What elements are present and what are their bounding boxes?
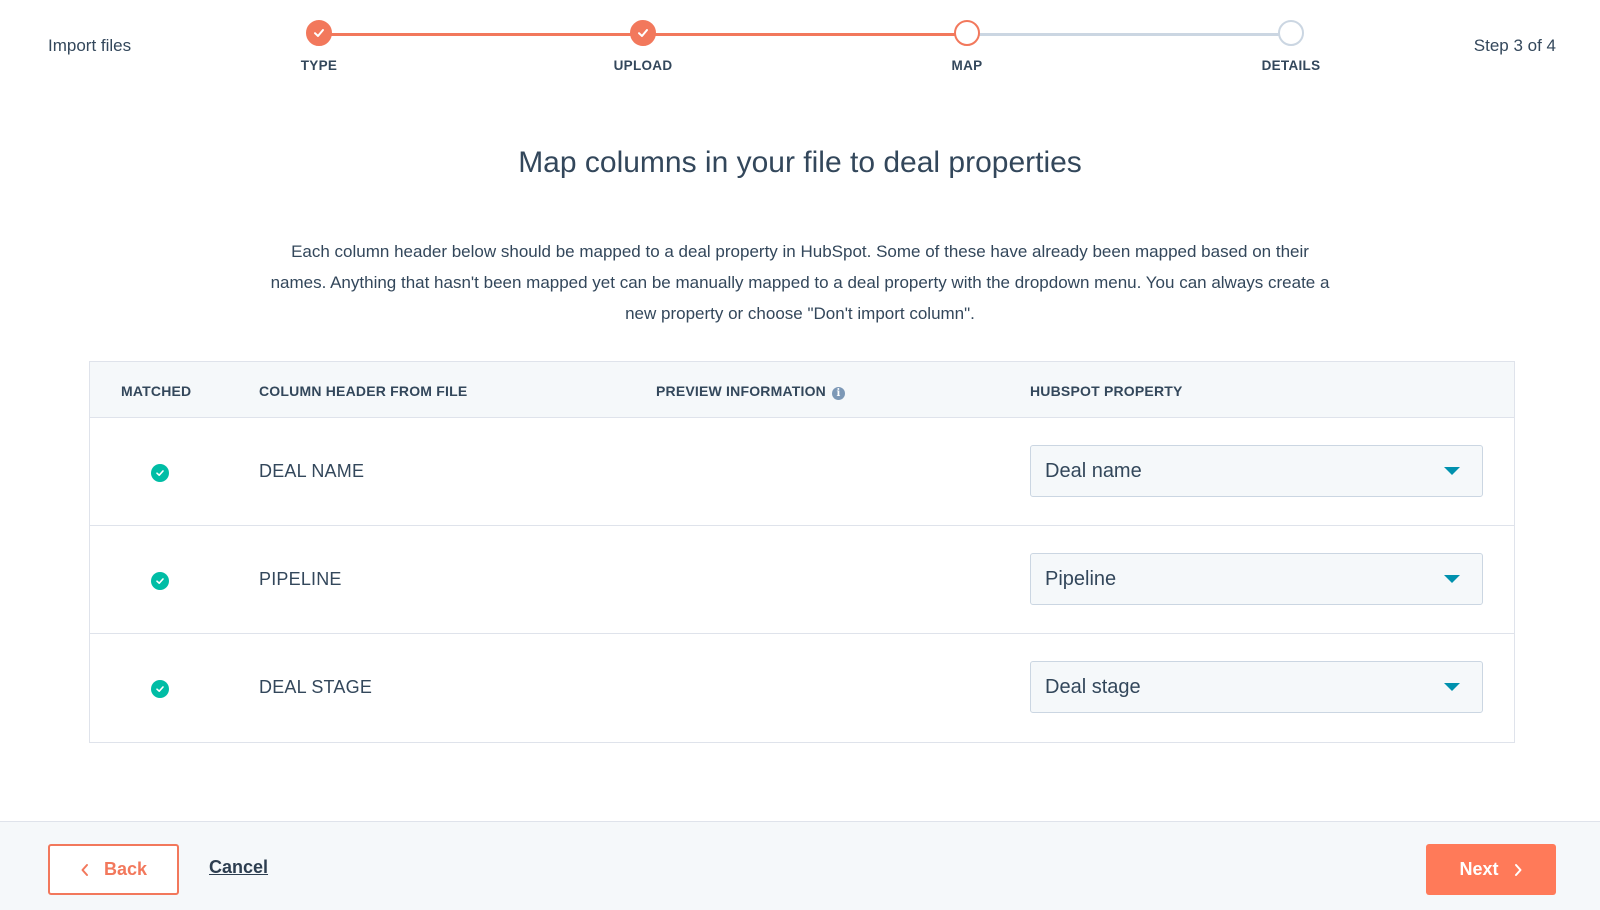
property-select[interactable]: Deal name	[1030, 445, 1483, 497]
table-row: DEAL STAGE Deal stage	[90, 634, 1514, 742]
property-select[interactable]: Deal stage	[1030, 661, 1483, 713]
info-icon[interactable]: i	[831, 387, 845, 400]
preview-blurred	[656, 438, 876, 460]
table-header: MATCHED COLUMN HEADER FROM FILE PREVIEW …	[90, 362, 1514, 418]
property-select-value: Deal stage	[1045, 676, 1141, 698]
import-files-title: Import files	[48, 36, 132, 55]
step-details: DETAILS	[1221, 20, 1361, 73]
step-counter: Step 3 of 4	[1473, 36, 1556, 55]
step-label: DETAILS	[1261, 58, 1321, 73]
next-button-label: Next	[1459, 859, 1499, 879]
checkmark-icon	[306, 20, 332, 46]
checkmark-icon	[630, 20, 656, 46]
mapping-table: MATCHED COLUMN HEADER FROM FILE PREVIEW …	[89, 361, 1515, 743]
header-column-from-file: COLUMN HEADER FROM FILE	[259, 383, 468, 399]
import-header: Import files TYPE UPLOAD MAP DETAILS Ste…	[0, 0, 1600, 100]
header-preview-label: PREVIEW INFORMATION	[656, 383, 826, 399]
step-pending-indicator	[1278, 20, 1304, 46]
step-upload: UPLOAD	[573, 20, 713, 73]
property-select[interactable]: Pipeline	[1030, 553, 1483, 605]
back-button[interactable]: Back	[48, 844, 179, 895]
chevron-left-icon	[81, 863, 88, 876]
column-header-name: DEAL STAGE	[259, 677, 373, 697]
next-button[interactable]: Next	[1426, 844, 1556, 895]
caret-down-icon	[1444, 683, 1460, 691]
step-label: MAP	[951, 58, 983, 73]
table-row: DEAL NAME Deal name	[90, 418, 1514, 526]
caret-down-icon	[1444, 575, 1460, 583]
back-button-label: Back	[103, 859, 148, 879]
header-matched: MATCHED	[121, 383, 192, 399]
step-current-indicator	[954, 20, 980, 46]
header-hubspot-property: HUBSPOT PROPERTY	[1030, 383, 1183, 399]
page-title: Map columns in your file to deal propert…	[518, 146, 1082, 179]
column-header-name: PIPELINE	[259, 569, 342, 589]
cancel-link[interactable]: Cancel	[209, 857, 268, 878]
page-description: Each column header below should be mappe…	[270, 242, 1330, 323]
step-map: MAP	[897, 20, 1037, 73]
check-circle-icon	[151, 572, 169, 590]
header-preview-information: PREVIEW INFORMATION i	[656, 383, 845, 400]
check-circle-icon	[151, 464, 169, 482]
progress-stepper: TYPE UPLOAD MAP DETAILS	[301, 20, 1320, 80]
caret-down-icon	[1444, 467, 1460, 475]
column-header-name: DEAL NAME	[259, 461, 365, 481]
preview-blurred	[656, 546, 876, 568]
table-row: PIPELINE Pipeline	[90, 526, 1514, 634]
footer-bar: Back Cancel Next	[0, 821, 1600, 910]
step-type: TYPE	[249, 20, 389, 73]
step-label: UPLOAD	[613, 58, 673, 73]
check-circle-icon	[151, 680, 169, 698]
preview-blurred	[656, 654, 876, 676]
property-select-value: Pipeline	[1045, 568, 1117, 590]
property-select-value: Deal name	[1045, 460, 1142, 482]
step-label: TYPE	[300, 58, 338, 73]
chevron-right-icon	[1514, 863, 1521, 876]
